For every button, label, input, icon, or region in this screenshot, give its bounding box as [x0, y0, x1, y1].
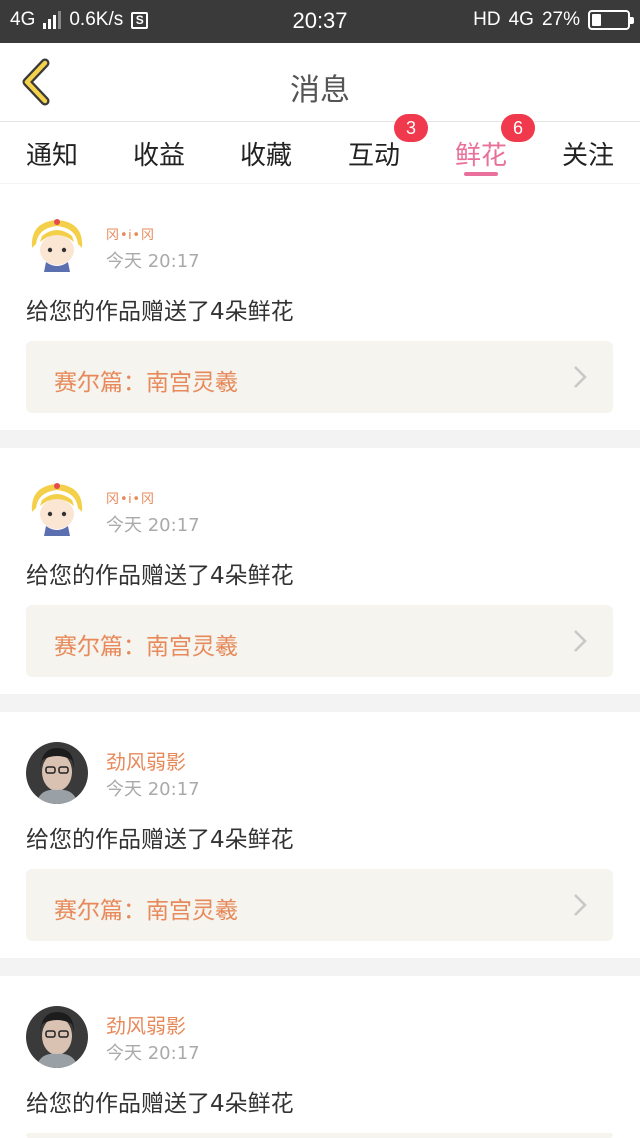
status-bar: 4G 0.6K/s S 20:37 HD 4G 27%	[0, 0, 640, 43]
page-title: 消息	[290, 73, 350, 108]
tab-interactions[interactable]: 互动 3	[334, 114, 428, 184]
tab-label: 关注	[561, 140, 614, 171]
battery-icon	[588, 10, 634, 30]
user-name[interactable]: 冈•Ꭵ•冈	[106, 224, 155, 243]
anime-avatar-icon	[26, 214, 88, 276]
user-name[interactable]: 冈•Ꭵ•冈	[106, 488, 155, 507]
tab-label: 收藏	[239, 140, 292, 171]
message-card: 冈•Ꭵ•冈 今天 20:17 给您的作品赠送了4朵鲜花 赛尔篇：南宫灵羲	[0, 448, 640, 694]
avatar[interactable]	[26, 742, 88, 804]
message-card: 劲风弱影 今天 20:17 给您的作品赠送了4朵鲜花	[0, 976, 640, 1138]
network-type-right: 4G	[508, 9, 534, 30]
photo-avatar-icon	[26, 742, 88, 804]
message-card: 劲风弱影 今天 20:17 给您的作品赠送了4朵鲜花 赛尔篇：南宫灵羲	[0, 712, 640, 958]
message-text: 给您的作品赠送了4朵鲜花	[26, 299, 294, 325]
chevron-right-icon	[574, 366, 587, 388]
anime-avatar-icon	[26, 478, 88, 540]
work-link[interactable]: 赛尔篇：南宫灵羲	[26, 869, 613, 941]
tab-label: 通知	[25, 140, 78, 171]
work-title: 赛尔篇：南宫灵羲	[54, 370, 238, 396]
user-name[interactable]: 劲风弱影	[106, 746, 186, 775]
header: 消息	[0, 43, 640, 121]
work-link[interactable]: 赛尔篇：南宫灵羲	[26, 605, 613, 677]
message-card: 冈•Ꭵ•冈 今天 20:17 给您的作品赠送了4朵鲜花 赛尔篇：南宫灵羲	[0, 184, 640, 430]
avatar[interactable]	[26, 478, 88, 540]
tab-notifications[interactable]: 通知	[12, 122, 92, 184]
message-text: 给您的作品赠送了4朵鲜花	[26, 1091, 294, 1117]
tab-favorites[interactable]: 收藏	[226, 122, 306, 184]
hd-indicator: HD	[473, 9, 501, 30]
message-text: 给您的作品赠送了4朵鲜花	[26, 563, 294, 589]
photo-avatar-icon	[26, 1006, 88, 1068]
tab-label: 互动	[347, 140, 400, 171]
flowers-badge: 6	[501, 114, 535, 142]
battery-percent: 27%	[541, 9, 580, 30]
active-tab-indicator	[464, 172, 498, 176]
work-link[interactable]: 赛尔篇：南宫灵羲	[26, 341, 613, 413]
avatar[interactable]	[26, 214, 88, 276]
tab-earnings[interactable]: 收益	[119, 122, 199, 184]
message-text: 给您的作品赠送了4朵鲜花	[26, 827, 294, 853]
work-title: 赛尔篇：南宫灵羲	[54, 898, 238, 924]
user-name[interactable]: 劲风弱影	[106, 1010, 186, 1039]
message-time: 今天 20:17	[106, 779, 200, 800]
message-time: 今天 20:17	[106, 515, 200, 536]
message-time: 今天 20:17	[106, 251, 200, 272]
chevron-right-icon	[574, 630, 587, 652]
work-title: 赛尔篇：南宫灵羲	[54, 634, 238, 660]
work-link[interactable]	[26, 1133, 613, 1138]
chevron-right-icon	[574, 894, 587, 916]
interactions-badge: 3	[394, 114, 428, 142]
tab-bar: 通知 收益 收藏 互动 3 鲜花 6 关注	[0, 114, 640, 184]
tab-flowers[interactable]: 鲜花 6	[441, 114, 535, 184]
message-time: 今天 20:17	[106, 1043, 200, 1064]
tab-following[interactable]: 关注	[548, 122, 628, 184]
avatar[interactable]	[26, 1006, 88, 1068]
tab-label: 鲜花	[454, 140, 507, 171]
tab-label: 收益	[132, 140, 185, 171]
